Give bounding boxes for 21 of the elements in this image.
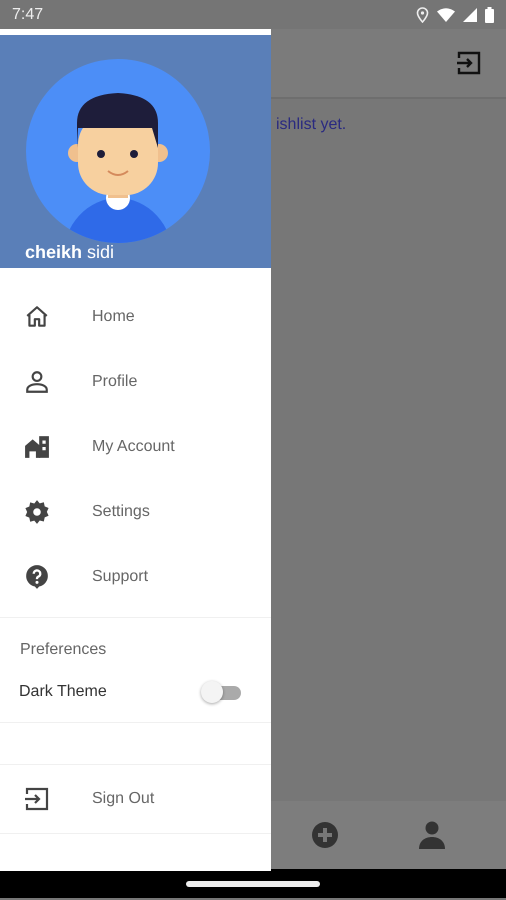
menu-item[interactable]: Support xyxy=(0,544,271,609)
menu-item[interactable]: Settings xyxy=(0,479,271,544)
section-title: Preferences xyxy=(19,640,108,660)
user-name: cheikh sidi xyxy=(25,241,114,264)
buildings-icon xyxy=(22,434,52,460)
home-indicator[interactable] xyxy=(186,880,320,886)
sign-out-item[interactable]: Sign Out xyxy=(0,765,271,833)
menu-item[interactable]: My Account xyxy=(0,414,271,479)
toggle-switch[interactable] xyxy=(201,681,241,703)
sign-in-icon[interactable] xyxy=(456,50,482,76)
signal-icon xyxy=(463,8,477,22)
empty-message: ishlist yet. xyxy=(276,116,346,133)
location-icon xyxy=(416,6,429,22)
battery-icon xyxy=(485,6,494,22)
setting-label: Dark Theme xyxy=(19,682,107,702)
status-time: 7:47 xyxy=(12,4,44,24)
menu-item[interactable]: Home xyxy=(0,284,271,349)
wifi-icon xyxy=(437,8,455,22)
person-icon[interactable] xyxy=(418,821,446,849)
add-icon[interactable] xyxy=(310,821,339,849)
menu-item[interactable]: Profile xyxy=(0,349,271,414)
